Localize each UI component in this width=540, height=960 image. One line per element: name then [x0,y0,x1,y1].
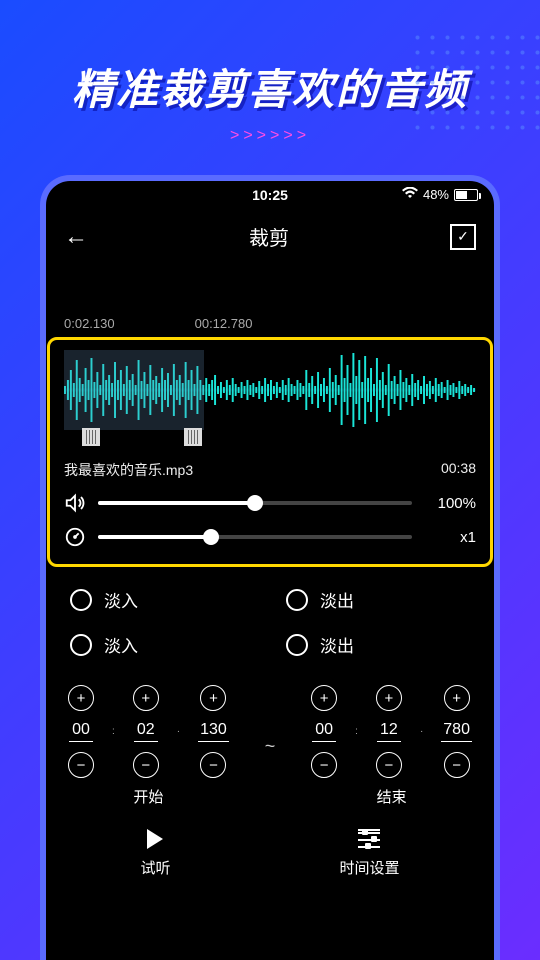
fade-in-option-1[interactable]: 淡入 [70,587,254,612]
battery-percent: 48% [423,187,449,202]
start-min-plus[interactable]: + [68,685,94,711]
end-ms-minus[interactable]: − [444,752,470,778]
preview-button[interactable]: 试听 [140,829,170,878]
file-name: 我最喜欢的音乐.mp3 [64,460,193,480]
start-sec-plus[interactable]: + [133,685,159,711]
phone-frame: 10:25 48% ← 裁剪 ✓ 0:02.130 00:12.780 [40,175,500,960]
fade-in-option-2[interactable]: 淡入 [70,632,254,657]
fade-out-option-2[interactable]: 淡出 [286,632,470,657]
start-sec-minus[interactable]: − [133,752,159,778]
end-ms-plus[interactable]: + [444,685,470,711]
confirm-button[interactable]: ✓ [450,224,476,250]
time-settings-button[interactable]: 时间设置 [339,829,399,878]
radio-icon [286,634,308,656]
speed-value: x1 [424,529,476,546]
selection-region[interactable] [64,350,204,430]
back-button[interactable]: ← [64,223,88,251]
radio-icon [286,589,308,611]
volume-value: 100% [424,495,476,512]
volume-row: 100% [64,492,476,514]
fade-out-option-1[interactable]: 淡出 [286,587,470,612]
status-bar: 10:25 48% [46,181,494,208]
trim-start-handle[interactable] [82,428,100,446]
battery-icon [454,189,478,201]
end-sec-plus[interactable]: + [376,685,402,711]
end-ms: 780 [441,721,472,742]
volume-icon [64,492,86,514]
range-tilde: ~ [263,736,278,757]
end-sec: 12 [377,721,401,742]
start-label: 开始 [133,786,163,807]
play-icon [147,829,163,849]
volume-slider[interactable] [98,501,412,505]
speed-icon [64,526,86,548]
timeline-start-code: 0:02.130 [64,316,115,331]
file-duration: 00:38 [441,460,476,480]
start-ms: 130 [198,721,229,742]
end-time-block: +00− : +12− · +780− 结束 [311,685,472,807]
status-time: 10:25 [252,187,288,203]
speed-row: x1 [64,526,476,548]
start-min-minus[interactable]: − [68,752,94,778]
end-label: 结束 [377,786,407,807]
sliders-icon [358,829,380,849]
end-sec-minus[interactable]: − [376,752,402,778]
trim-end-handle[interactable] [184,428,202,446]
end-min: 00 [312,721,336,742]
start-sec: 02 [134,721,158,742]
waveform[interactable] [64,350,476,430]
waveform-card: 我最喜欢的音乐.mp3 00:38 100% x1 [47,337,493,567]
start-time-block: +00− : +02− · +130− 开始 [68,685,229,807]
radio-icon [70,589,92,611]
radio-icon [70,634,92,656]
start-ms-minus[interactable]: − [200,752,226,778]
page-title: 裁剪 [249,222,289,251]
wifi-icon [402,187,418,202]
start-ms-plus[interactable]: + [200,685,226,711]
start-min: 00 [69,721,93,742]
speed-slider[interactable] [98,535,412,539]
end-min-minus[interactable]: − [311,752,337,778]
timeline-end-code: 00:12.780 [195,316,253,331]
end-min-plus[interactable]: + [311,685,337,711]
